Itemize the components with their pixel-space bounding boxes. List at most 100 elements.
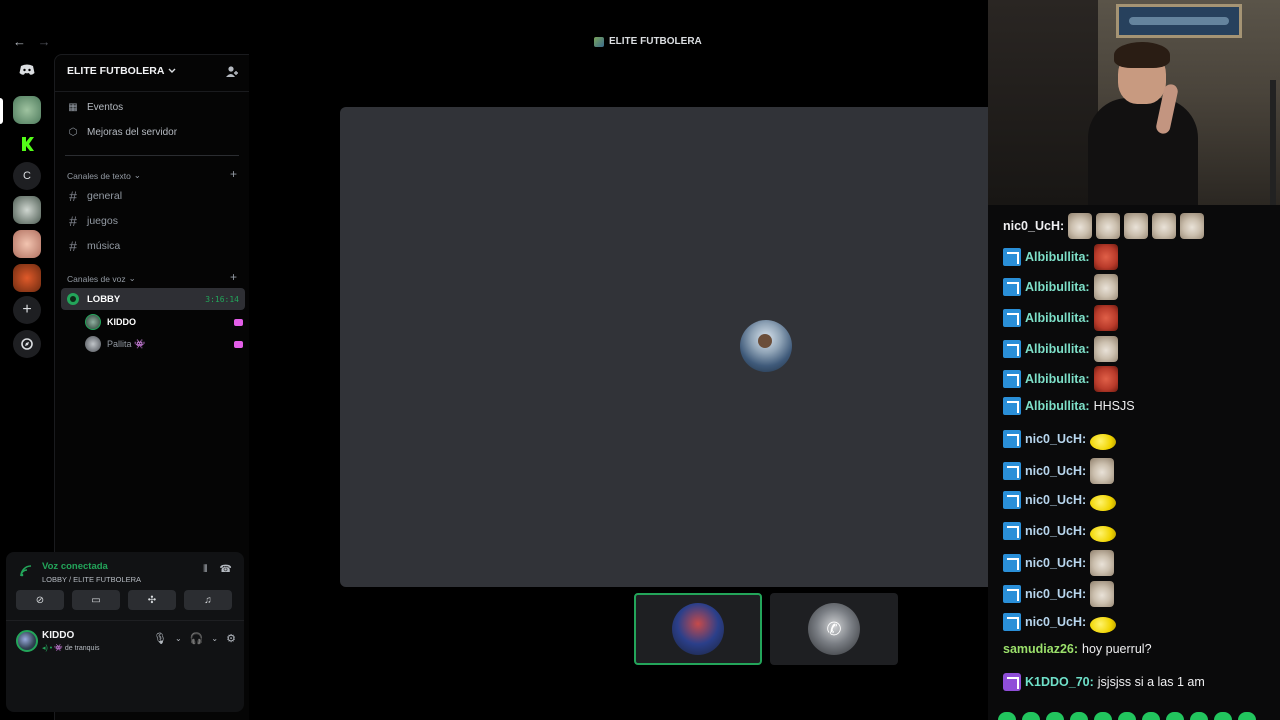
camera-off-icon: ⊘ bbox=[35, 594, 45, 606]
activities-button[interactable]: ✣ bbox=[128, 590, 176, 610]
chat-username[interactable]: Albibullita: bbox=[1025, 311, 1090, 325]
chat-username[interactable]: nic0_UcH: bbox=[1025, 524, 1086, 538]
voice-channel-lobby[interactable]: LOBBY 3:16:14 bbox=[61, 288, 245, 310]
invite-people-icon[interactable] bbox=[225, 65, 239, 79]
server-elite-futbolera-icon[interactable] bbox=[13, 96, 41, 124]
mic-badge-icon bbox=[1003, 673, 1021, 691]
chat-message: nic0_UcH: bbox=[1003, 458, 1115, 484]
server-k-icon[interactable] bbox=[13, 130, 41, 158]
chat-username[interactable]: nic0_UcH: bbox=[1003, 219, 1064, 233]
webcam-shelf bbox=[988, 0, 1098, 205]
history-nav: ← → bbox=[13, 34, 55, 49]
chevron-down-icon[interactable]: ⌄ bbox=[211, 634, 218, 643]
add-voice-channel-icon[interactable]: + bbox=[230, 270, 237, 284]
avatar[interactable] bbox=[16, 630, 38, 652]
subscriber-badge-icon bbox=[1003, 491, 1021, 509]
cat-emote-icon bbox=[1090, 581, 1115, 607]
voice-location: LOBBY / ELITE FUTBOLERA bbox=[42, 575, 142, 584]
disconnect-icon[interactable]: ☎ bbox=[220, 564, 232, 575]
back-arrow-icon[interactable]: ← bbox=[13, 34, 30, 49]
menu-divider bbox=[65, 155, 239, 156]
discord-icon[interactable] bbox=[13, 56, 41, 84]
channel-general[interactable]: # general bbox=[67, 188, 122, 204]
events-row[interactable]: ▦ Eventos bbox=[67, 101, 123, 113]
cat-emote-icon bbox=[1180, 213, 1205, 239]
chat-message: Albibullita: bbox=[1003, 336, 1118, 362]
focused-participant-tile[interactable] bbox=[340, 107, 988, 587]
server-boost-row[interactable]: ⬡ Mejoras del servidor bbox=[67, 126, 177, 138]
chat-username[interactable]: nic0_UcH: bbox=[1025, 615, 1086, 629]
add-text-channel-icon[interactable]: + bbox=[230, 167, 237, 181]
subscriber-badge-icon bbox=[1003, 613, 1021, 631]
duck-emote-icon bbox=[1090, 495, 1117, 511]
soundboard-icon: ♫ bbox=[204, 594, 212, 606]
camera-toggle-button[interactable]: ⊘ bbox=[16, 590, 64, 610]
chat-username[interactable]: samudiaz26: bbox=[1003, 642, 1078, 656]
chat-message: K1DDO_70: jsjsjss si a las 1 am bbox=[1003, 673, 1205, 691]
participant-avatar bbox=[740, 320, 792, 372]
chat-username[interactable]: Albibullita: bbox=[1025, 342, 1090, 356]
server-header[interactable]: ELITE FUTBOLERA bbox=[67, 65, 176, 77]
discover-icon[interactable] bbox=[13, 330, 41, 358]
soundboard-button[interactable]: ♫ bbox=[184, 590, 232, 610]
chevron-down-icon[interactable]: ⌄ bbox=[175, 634, 182, 643]
channel-musica[interactable]: # música bbox=[67, 238, 120, 254]
user-name[interactable]: KIDDO bbox=[42, 630, 74, 641]
screen-share-button[interactable]: ▭ bbox=[72, 590, 120, 610]
voice-category[interactable]: Canales de voz ⌄ bbox=[67, 273, 136, 284]
cat-emote-icon bbox=[1124, 213, 1149, 239]
text-category[interactable]: Canales de texto ⌄ bbox=[67, 170, 141, 181]
chat-username[interactable]: Albibullita: bbox=[1025, 372, 1090, 386]
avatar bbox=[672, 603, 724, 655]
voice-user-pallita[interactable]: Pallita 👾 bbox=[85, 336, 243, 352]
subscriber-badge-icon bbox=[1003, 397, 1021, 415]
channel-juegos[interactable]: # juegos bbox=[67, 213, 118, 229]
title-bar: ← → ELITE FUTBOLERA bbox=[0, 0, 988, 54]
server-c-icon[interactable]: C bbox=[13, 162, 41, 190]
subscriber-badge-icon bbox=[1003, 248, 1021, 266]
chat-username[interactable]: nic0_UcH: bbox=[1025, 556, 1086, 570]
cat-emote-icon bbox=[1068, 213, 1093, 239]
chat-username[interactable]: nic0_UcH: bbox=[1025, 464, 1086, 478]
add-server-icon[interactable]: + bbox=[13, 296, 41, 324]
server-6-icon[interactable] bbox=[13, 264, 41, 292]
chat-username[interactable]: nic0_UcH: bbox=[1025, 493, 1086, 507]
noise-suppression-icon[interactable]: ⦀ bbox=[203, 564, 207, 575]
server-4-icon[interactable] bbox=[13, 196, 41, 224]
chat-username[interactable]: nic0_UcH: bbox=[1025, 432, 1086, 446]
microphone-icon[interactable]: 🎙 bbox=[153, 632, 167, 645]
streamer-hair bbox=[1114, 42, 1170, 68]
voice-channel-name: LOBBY bbox=[87, 293, 121, 305]
participant-thumbnail-kiddo[interactable] bbox=[634, 593, 762, 665]
forward-arrow-icon[interactable]: → bbox=[38, 34, 55, 49]
chat-username[interactable]: nic0_UcH: bbox=[1025, 587, 1086, 601]
partial-emote-icon bbox=[1190, 712, 1208, 720]
text-category-label: Canales de texto bbox=[67, 170, 131, 181]
partial-emote-icon bbox=[1046, 712, 1064, 720]
subscriber-badge-icon bbox=[1003, 462, 1021, 480]
cat-emote-icon bbox=[1096, 213, 1121, 239]
participant-thumbnail-pallita[interactable]: ✆ bbox=[770, 593, 898, 665]
subscriber-badge-icon bbox=[1003, 430, 1021, 448]
voice-user-kiddo[interactable]: KIDDO bbox=[85, 314, 243, 330]
chat-username[interactable]: K1DDO_70: bbox=[1025, 675, 1094, 689]
gear-icon[interactable]: ⚙ bbox=[226, 632, 236, 645]
partial-emote-icon bbox=[1238, 712, 1256, 720]
chat-username[interactable]: Albibullita: bbox=[1025, 399, 1090, 413]
chat-username[interactable]: Albibullita: bbox=[1025, 280, 1090, 294]
chat-username[interactable]: Albibullita: bbox=[1025, 250, 1090, 264]
chat-message: Albibullita: HHSJS bbox=[1003, 397, 1135, 415]
add-server-label: + bbox=[22, 301, 32, 318]
user-status-text: de tranquis bbox=[64, 645, 100, 652]
partial-emote-icon bbox=[1142, 712, 1160, 720]
server-c-label: C bbox=[23, 170, 31, 182]
voice-connected-panel: Voz conectada LOBBY / ELITE FUTBOLERA ⦀ … bbox=[6, 552, 244, 712]
window-title-text: ELITE FUTBOLERA bbox=[609, 36, 702, 47]
voice-button-row: ⊘ ▭ ✣ ♫ bbox=[16, 590, 232, 610]
signal-icon bbox=[20, 565, 32, 577]
headphones-icon[interactable]: 🎧 bbox=[190, 632, 204, 645]
controller-icon bbox=[234, 318, 243, 326]
server-5-icon[interactable] bbox=[13, 230, 41, 258]
cat-emote-icon bbox=[1093, 274, 1118, 300]
avatar bbox=[85, 314, 101, 330]
